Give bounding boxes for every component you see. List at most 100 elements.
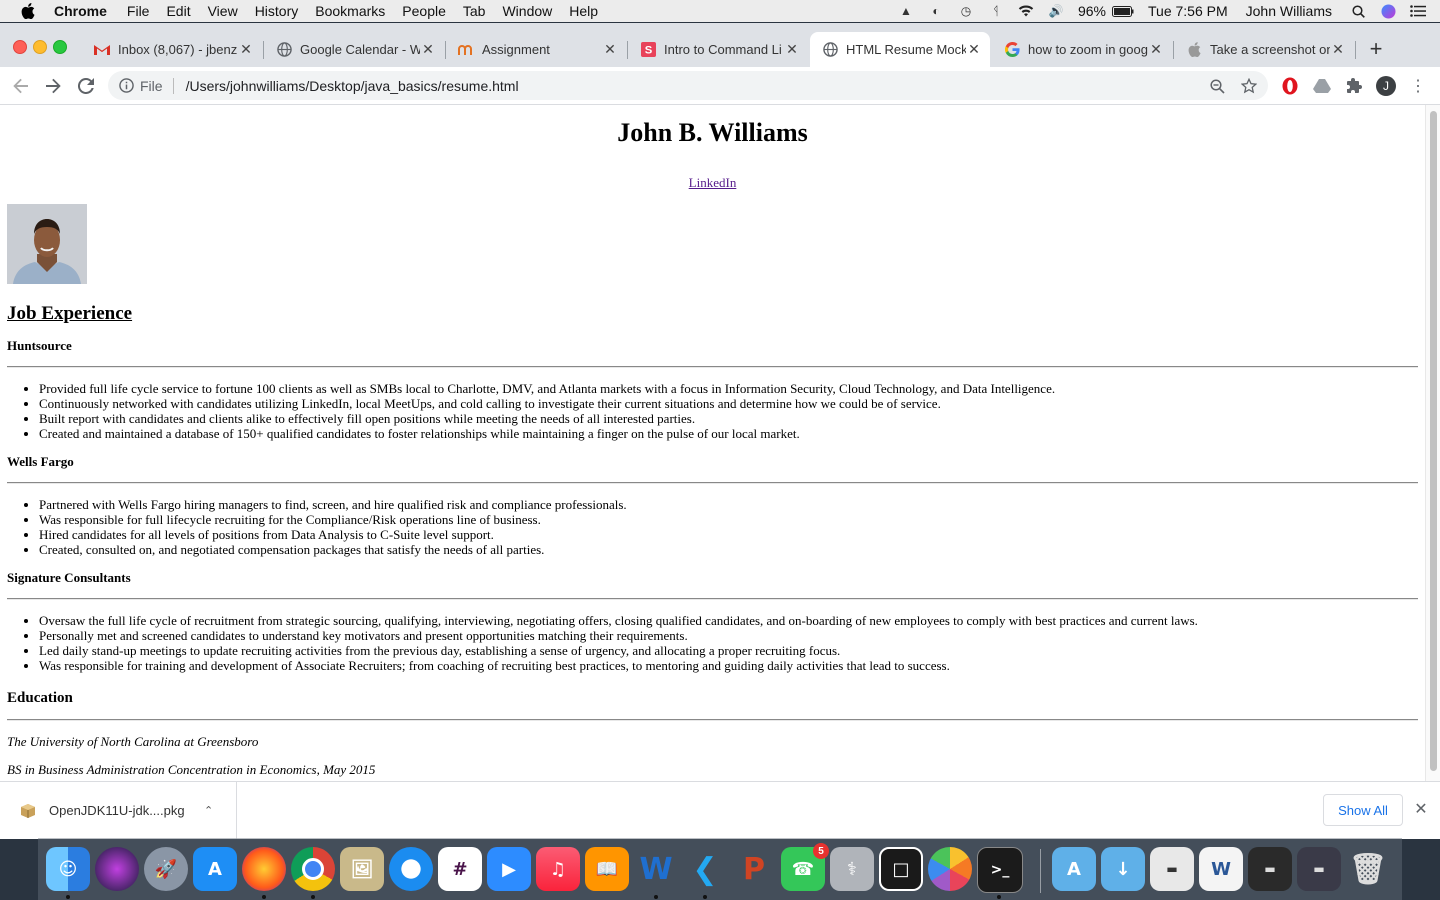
sourcetree-icon[interactable]: □ xyxy=(879,847,923,891)
back-button[interactable] xyxy=(10,75,32,97)
download-item[interactable]: OpenJDK11U-jdk....pkg ⌃ xyxy=(0,782,237,839)
forward-button[interactable] xyxy=(42,75,64,97)
tab-take-screenshot[interactable]: Take a screenshot on ✕ xyxy=(1174,32,1354,67)
chrome-menu-icon[interactable]: ⋮ xyxy=(1408,76,1428,96)
facetime-icon[interactable]: ☎ 5 xyxy=(781,843,829,891)
bookmark-star-icon[interactable] xyxy=(1240,77,1258,95)
downloads-folder-icon[interactable]: ↓ xyxy=(1101,847,1145,891)
window-thumbnail-2[interactable]: W xyxy=(1199,847,1243,891)
chrome-icon[interactable] xyxy=(291,847,335,891)
close-downloads-bar-icon[interactable]: ✕ xyxy=(1413,801,1429,818)
terminal-icon[interactable]: >_ xyxy=(977,847,1023,893)
siri-icon[interactable] xyxy=(95,847,139,891)
clock[interactable]: Tue 7:56 PM xyxy=(1148,3,1228,19)
chevron-up-icon[interactable]: ⌃ xyxy=(204,804,220,817)
battery-charging-icon[interactable] xyxy=(1112,4,1134,18)
tab-inbox[interactable]: Inbox (8,067) - jbenz ✕ xyxy=(82,32,262,67)
menu-people[interactable]: People xyxy=(402,3,446,19)
profile-avatar[interactable]: J xyxy=(1376,76,1396,96)
close-tab-icon[interactable]: ✕ xyxy=(784,41,800,58)
linkedin-link[interactable]: LinkedIn xyxy=(689,175,737,190)
firefox-icon[interactable] xyxy=(242,847,286,891)
company-name: Wells Fargo xyxy=(7,454,74,469)
running-indicator xyxy=(262,895,266,899)
show-all-downloads-button[interactable]: Show All xyxy=(1323,794,1403,826)
time-machine-icon[interactable]: ◷ xyxy=(958,4,974,18)
wifi-icon[interactable] xyxy=(1018,4,1034,18)
company-name: Huntsource xyxy=(7,338,72,353)
window-thumbnail-1[interactable]: ▬ xyxy=(1150,847,1194,891)
vscode-icon[interactable]: ❮ xyxy=(683,847,727,891)
scrollbar-thumb[interactable] xyxy=(1430,111,1437,771)
site-info-icon[interactable] xyxy=(118,78,134,94)
books-icon[interactable]: 📖 xyxy=(585,847,629,891)
tab-html-resume-mock[interactable]: HTML Resume Mock ✕ xyxy=(810,32,990,67)
globe-icon xyxy=(822,42,838,58)
menu-tab[interactable]: Tab xyxy=(463,3,486,19)
close-tab-icon[interactable]: ✕ xyxy=(420,41,436,58)
launchpad-icon[interactable]: 🚀 xyxy=(144,847,188,891)
vertical-scrollbar[interactable] xyxy=(1425,105,1440,781)
siri-icon[interactable] xyxy=(1380,4,1396,18)
menu-view[interactable]: View xyxy=(208,3,238,19)
close-window-button[interactable] xyxy=(13,40,27,54)
tab-title: Inbox (8,067) - jbenz xyxy=(118,42,238,57)
apple-menu-icon[interactable] xyxy=(20,3,36,19)
app-store-icon[interactable]: A xyxy=(193,847,237,891)
new-tab-button[interactable]: + xyxy=(1366,36,1386,61)
running-indicator xyxy=(66,895,70,899)
slack-icon[interactable]: # xyxy=(438,847,482,891)
zoom-window-button[interactable] xyxy=(53,40,67,54)
menu-app-name[interactable]: Chrome xyxy=(54,3,107,19)
disk-utility-icon[interactable]: ⚕ xyxy=(830,847,874,891)
finder-icon[interactable]: ☺ xyxy=(46,847,90,891)
powerpoint-icon[interactable]: P xyxy=(732,847,776,891)
extensions-puzzle-icon[interactable] xyxy=(1344,76,1364,96)
tab-intro-command-line[interactable]: S Intro to Command Li ✕ xyxy=(628,32,808,67)
bluetooth-icon[interactable]: ᛩ xyxy=(988,4,1004,18)
tab-how-to-zoom[interactable]: how to zoom in goog ✕ xyxy=(992,32,1172,67)
window-thumbnail-3[interactable]: ▬ xyxy=(1248,847,1292,891)
volume-icon[interactable]: 🔊 xyxy=(1048,4,1064,18)
webstorm-w-icon[interactable]: W xyxy=(634,847,678,891)
close-tab-icon[interactable]: ✕ xyxy=(1148,41,1164,58)
drive-sync-icon[interactable]: ▲ xyxy=(898,4,914,18)
menu-help[interactable]: Help xyxy=(569,3,598,19)
window-thumbnail-4[interactable]: ▬ xyxy=(1297,847,1341,891)
url-text[interactable]: /Users/johnwilliams/Desktop/java_basics/… xyxy=(186,78,519,94)
address-bar[interactable]: File /Users/johnwilliams/Desktop/java_ba… xyxy=(108,71,1268,100)
notification-center-icon[interactable] xyxy=(1410,4,1426,18)
tab-title: HTML Resume Mock xyxy=(846,42,966,57)
minimize-window-button[interactable] xyxy=(33,40,47,54)
tab-google-calendar[interactable]: Google Calendar - W ✕ xyxy=(264,32,444,67)
trash-icon[interactable]: 🗑 xyxy=(1346,847,1390,891)
menu-history[interactable]: History xyxy=(255,3,299,19)
zoom-icon[interactable]: ▶ xyxy=(487,847,531,891)
safari-icon[interactable] xyxy=(389,847,433,891)
close-tab-icon[interactable]: ✕ xyxy=(966,41,982,58)
spotlight-search-icon[interactable] xyxy=(1350,4,1366,18)
drive-extension-icon[interactable] xyxy=(1312,76,1332,96)
user-name[interactable]: John Williams xyxy=(1246,3,1332,19)
menu-file[interactable]: File xyxy=(127,3,150,19)
menu-bookmarks[interactable]: Bookmarks xyxy=(315,3,385,19)
menu-edit[interactable]: Edit xyxy=(166,3,190,19)
preview-icon[interactable]: 🖼 xyxy=(340,847,384,891)
gmail-icon xyxy=(94,42,110,58)
applications-folder-icon[interactable]: A xyxy=(1052,847,1096,891)
close-tab-icon[interactable]: ✕ xyxy=(602,41,618,58)
close-tab-icon[interactable]: ✕ xyxy=(238,41,254,58)
loading-spinner-icon[interactable]: ◐ xyxy=(928,4,944,18)
close-tab-icon[interactable]: ✕ xyxy=(1330,41,1346,58)
photos-icon[interactable] xyxy=(928,847,972,891)
running-indicator xyxy=(997,895,1001,899)
opera-extension-icon[interactable] xyxy=(1280,76,1300,96)
tab-assignment[interactable]: Assignment ✕ xyxy=(446,32,626,67)
menu-window[interactable]: Window xyxy=(502,3,552,19)
reload-button[interactable] xyxy=(75,75,97,97)
macos-menu-bar: Chrome File Edit View History Bookmarks … xyxy=(0,0,1440,22)
job-bullet: Personally met and screened candidates t… xyxy=(39,628,1418,643)
music-icon[interactable]: ♫ xyxy=(536,847,580,891)
zoom-icon[interactable] xyxy=(1208,77,1226,95)
section-divider xyxy=(7,598,1418,600)
